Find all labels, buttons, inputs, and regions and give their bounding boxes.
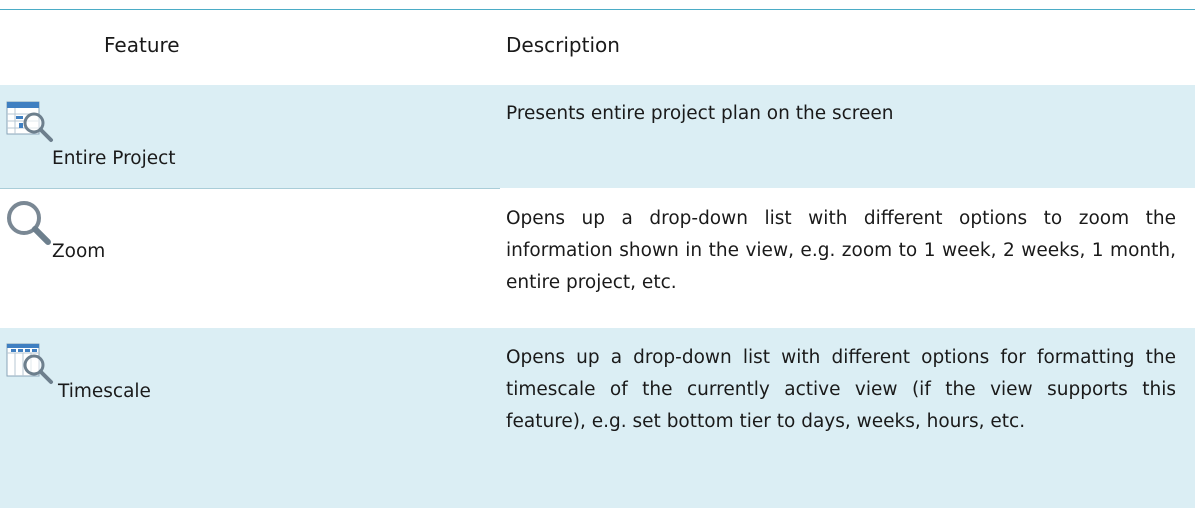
table-row: Timescale Opens up a drop-down list with… [0,328,1195,508]
table-header: Feature Description [0,10,1195,85]
table-row: Entire Project Presents entire project p… [0,85,1195,188]
feature-label: Timescale [58,381,151,402]
header-feature: Feature [104,33,180,57]
feature-label: Entire Project [52,148,176,169]
feature-label: Zoom [52,241,106,262]
header-description: Description [506,33,620,57]
table-row: Zoom Opens up a drop-down list with diff… [0,189,1195,328]
timescale-icon [6,343,62,393]
description-cell: Presents entire project plan on the scre… [506,103,894,124]
feature-cell: Timescale [0,328,500,508]
feature-cell: Zoom [0,189,500,328]
entire-project-icon [6,101,62,151]
description-cell: Opens up a drop-down list with different… [506,208,1176,293]
description-cell: Opens up a drop-down list with different… [506,347,1176,432]
feature-cell: Entire Project [0,85,500,188]
